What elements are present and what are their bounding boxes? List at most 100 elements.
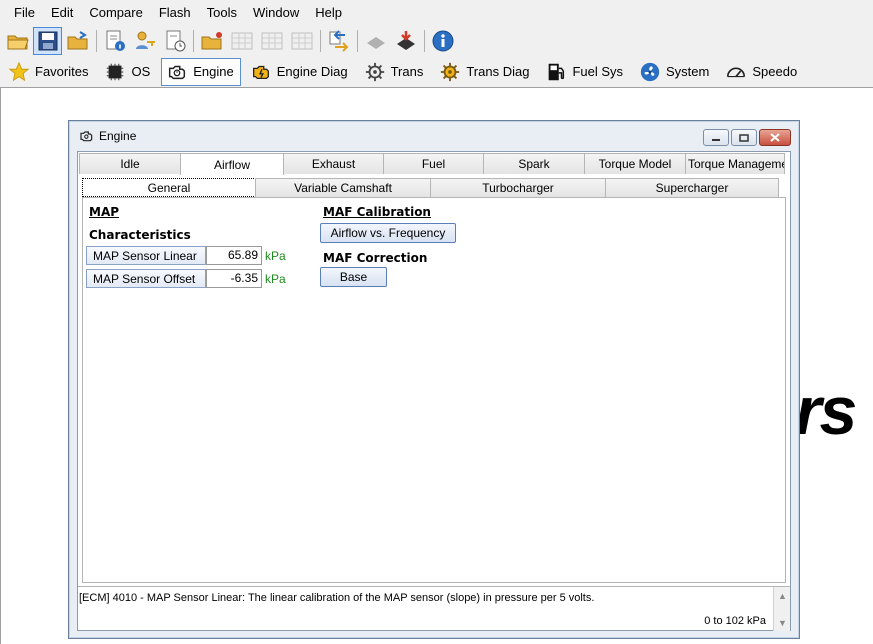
engine-window: Engine Idle Airflow Exhaust Fuel Spark T…	[68, 120, 800, 639]
airflow-vs-frequency-button[interactable]: Airflow vs. Frequency	[320, 223, 456, 243]
status-description: [ECM] 4010 - MAP Sensor Linear: The line…	[79, 592, 595, 604]
characteristics-heading: Characteristics	[89, 228, 191, 242]
map-heading: MAP	[89, 205, 120, 219]
maf-calibration-heading: MAF Calibration	[323, 205, 431, 219]
status-range: 0 to 102 kPa	[704, 615, 766, 627]
map-sensor-linear-row: MAP Sensor Linear 65.89 kPa	[86, 246, 286, 265]
menu-file[interactable]: File	[6, 0, 43, 26]
gear-icon	[363, 61, 387, 83]
scroll-down-icon[interactable]: ▼	[774, 614, 791, 631]
category-label: Trans	[390, 64, 424, 79]
toolbar-separator	[320, 30, 321, 52]
fuel-pump-icon	[544, 61, 568, 83]
speedometer-icon	[724, 61, 748, 83]
menu-edit[interactable]: Edit	[43, 0, 81, 26]
compare-arrows-icon[interactable]	[324, 27, 353, 55]
category-toolbar: Favorites OS Engine Engine Diag Trans Tr…	[0, 56, 873, 88]
close-button[interactable]	[759, 129, 791, 146]
category-speedo[interactable]: Speedo	[720, 58, 804, 86]
chip-write-icon[interactable]	[391, 27, 420, 55]
tab-airflow[interactable]: Airflow	[180, 153, 284, 175]
subtab-supercharger[interactable]: Supercharger	[605, 178, 779, 197]
category-label: Speedo	[752, 64, 798, 79]
scroll-up-icon[interactable]: ▲	[774, 587, 791, 604]
status-scrollbar[interactable]: ▲ ▼	[773, 587, 790, 631]
tab-exhaust[interactable]: Exhaust	[283, 153, 384, 174]
document-info-icon[interactable]	[100, 27, 129, 55]
category-fuel-sys[interactable]: Fuel Sys	[540, 58, 630, 86]
map-sensor-offset-label[interactable]: MAP Sensor Offset	[86, 269, 206, 288]
toolbar-separator	[357, 30, 358, 52]
fan-icon	[638, 61, 662, 83]
tab-torque-model[interactable]: Torque Model	[584, 153, 686, 174]
maximize-icon	[739, 133, 749, 142]
tab-idle[interactable]: Idle	[79, 153, 181, 174]
tab-spark[interactable]: Spark	[483, 153, 585, 174]
map-sensor-offset-row: MAP Sensor Offset -6.35 kPa	[86, 269, 286, 288]
category-label: Engine Diag	[276, 64, 348, 79]
subtab-variable-camshaft[interactable]: Variable Camshaft	[255, 178, 431, 197]
window-title: Engine	[99, 129, 137, 143]
category-system[interactable]: System	[634, 58, 716, 86]
background-text: rs	[795, 373, 857, 449]
category-trans-diag[interactable]: Trans Diag	[434, 58, 536, 86]
category-label: OS	[131, 64, 151, 79]
toolbar-separator	[193, 30, 194, 52]
category-label: Fuel Sys	[572, 64, 624, 79]
category-label: Favorites	[35, 64, 89, 79]
tab-fuel[interactable]: Fuel	[383, 153, 484, 174]
subtab-turbocharger[interactable]: Turbocharger	[430, 178, 606, 197]
map-sensor-offset-value[interactable]: -6.35	[206, 269, 262, 288]
document-clock-icon[interactable]	[160, 27, 189, 55]
menu-window[interactable]: Window	[245, 0, 307, 26]
scroll-track[interactable]	[774, 604, 790, 614]
category-label: System	[666, 64, 710, 79]
minimize-icon	[712, 138, 720, 141]
save-icon[interactable]	[33, 27, 62, 55]
folder-new-icon[interactable]	[197, 27, 226, 55]
star-icon	[7, 61, 31, 83]
key-users-icon[interactable]	[130, 27, 159, 55]
menu-help[interactable]: Help	[307, 0, 350, 26]
menu-compare[interactable]: Compare	[81, 0, 150, 26]
table-icon[interactable]	[257, 27, 286, 55]
general-panel: MAP Characteristics MAP Sensor Linear 65…	[82, 197, 786, 583]
map-sensor-linear-value[interactable]: 65.89	[206, 246, 262, 265]
base-button[interactable]: Base	[320, 267, 387, 287]
window-titlebar[interactable]: Engine	[69, 121, 799, 151]
mdi-border	[0, 88, 1, 644]
subtab-general[interactable]: General	[82, 178, 256, 197]
close-icon	[770, 133, 780, 142]
category-engine-diag[interactable]: Engine Diag	[245, 58, 355, 86]
menu-bar: File Edit Compare Flash Tools Window Hel…	[0, 0, 873, 26]
map-sensor-offset-unit: kPa	[265, 271, 286, 286]
category-label: Engine	[193, 64, 234, 79]
engine-icon	[80, 131, 93, 142]
open-recent-icon[interactable]	[63, 27, 92, 55]
category-trans[interactable]: Trans	[359, 58, 431, 86]
chip-read-icon[interactable]	[361, 27, 390, 55]
engine-client-area: Idle Airflow Exhaust Fuel Spark Torque M…	[77, 151, 791, 631]
map-sensor-linear-unit: kPa	[265, 248, 286, 263]
engine-icon	[165, 61, 189, 83]
engine-tabs: Idle Airflow Exhaust Fuel Spark Torque M…	[79, 153, 785, 175]
table-icon[interactable]	[287, 27, 316, 55]
open-folder-icon[interactable]	[3, 27, 32, 55]
status-area: [ECM] 4010 - MAP Sensor Linear: The line…	[78, 586, 790, 631]
menu-flash[interactable]: Flash	[151, 0, 199, 26]
tab-torque-management[interactable]: Torque Management	[685, 153, 785, 174]
category-engine[interactable]: Engine	[161, 57, 241, 86]
engine-warning-icon	[249, 61, 273, 83]
category-favorites[interactable]: Favorites	[3, 58, 95, 86]
minimize-button[interactable]	[703, 129, 729, 146]
maximize-button[interactable]	[731, 129, 757, 146]
info-icon[interactable]	[428, 27, 457, 55]
menu-tools[interactable]: Tools	[199, 0, 245, 26]
table-icon[interactable]	[227, 27, 256, 55]
map-sensor-linear-label[interactable]: MAP Sensor Linear	[86, 246, 206, 265]
toolbar-separator	[424, 30, 425, 52]
main-toolbar	[0, 26, 873, 56]
airflow-subtabs: General Variable Camshaft Turbocharger S…	[82, 178, 779, 197]
category-os[interactable]: OS	[99, 58, 157, 86]
category-label: Trans Diag	[466, 64, 530, 79]
